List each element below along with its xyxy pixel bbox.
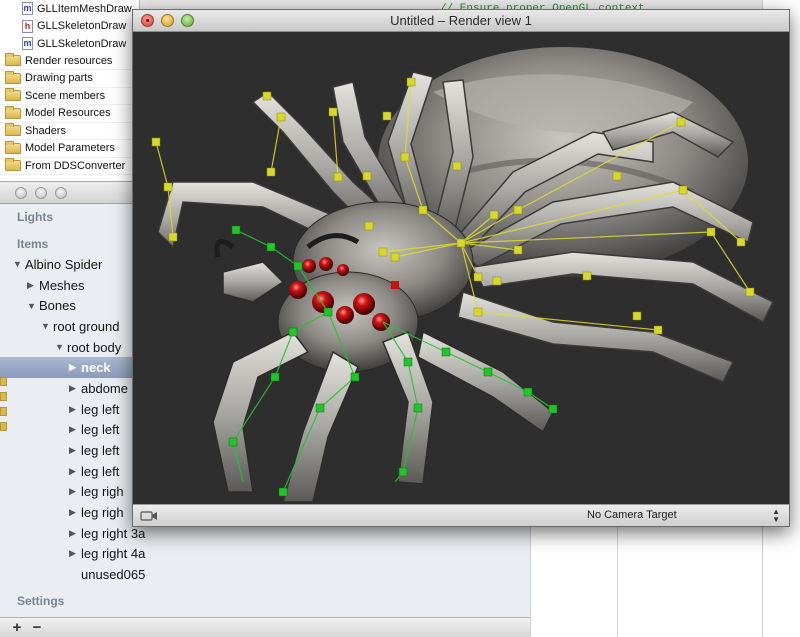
tree-item-label: unused065 (81, 567, 146, 583)
tree-item-label: leg left (81, 422, 120, 438)
folder-icon (5, 140, 21, 154)
navigator-group-item[interactable]: Drawing parts (0, 70, 139, 88)
tree-item-label: leg righ (81, 484, 124, 500)
navigator-file-item[interactable]: m GLLSkeletonDraw (0, 35, 139, 53)
project-navigator: m GLLItemMeshDraw h GLLSkeletonDraw m GLLSkel… (0, 0, 140, 185)
red-joint (391, 281, 399, 289)
tree-item-label: leg righ (81, 505, 124, 521)
tree-item-label: abdome (81, 380, 128, 396)
tree-item-label: leg left (81, 443, 120, 459)
tree-item-label: root body (67, 339, 122, 355)
folder-icon (5, 53, 21, 67)
group-name: Scene members (25, 89, 106, 102)
navigator-group-item[interactable]: Model Parameters (0, 140, 139, 158)
navigator-file-item[interactable]: m GLLItemMeshDraw (0, 0, 139, 18)
folder-icon (5, 88, 21, 102)
disclosure-collapsed-icon[interactable]: ▶ (69, 383, 81, 394)
group-name: Model Parameters (25, 142, 115, 155)
remove-button[interactable]: − (28, 619, 46, 637)
tree-item-label: root ground (53, 318, 120, 334)
disclosure-collapsed-icon[interactable]: ▶ (27, 280, 39, 291)
disclosure-expanded-icon[interactable]: ▼ (13, 259, 25, 269)
tree-item-label: leg left (81, 463, 120, 479)
camera-target-label: No Camera Target (587, 509, 677, 521)
disclosure-expanded-icon[interactable]: ▼ (55, 342, 67, 352)
tree-item[interactable]: unused065 (0, 564, 530, 585)
section-settings[interactable]: Settings (0, 591, 64, 611)
tree-item-label: Bones (39, 298, 76, 314)
disclosure-collapsed-icon[interactable]: ▶ (69, 404, 81, 415)
camera-target-select[interactable]: No Camera Target ▲ ▼ (528, 507, 786, 524)
disclosure-collapsed-icon[interactable]: ▶ (69, 445, 81, 456)
tree-item-label: leg right 3a (81, 525, 146, 541)
zoom-button[interactable] (55, 187, 67, 199)
background-folder-edges (0, 377, 7, 447)
tree-item-label: neck (81, 360, 111, 376)
disclosure-expanded-icon[interactable]: ▼ (41, 321, 53, 331)
disclosure-expanded-icon[interactable]: ▼ (27, 301, 39, 311)
render-titlebar: Untitled – Render view 1 (133, 10, 789, 32)
navigator-file-item[interactable]: h GLLSkeletonDraw (0, 18, 139, 36)
folder-icon (5, 70, 21, 84)
navigator-group-item[interactable]: From DDSConverter (0, 158, 139, 175)
tree-item[interactable]: ▶ leg right 4a (0, 544, 530, 565)
render-window: Untitled – Render view 1 No Camera Targe… (132, 9, 790, 527)
group-name: Shaders (25, 124, 66, 137)
navigator-group-item[interactable]: Shaders (0, 123, 139, 140)
code-editor-bottom (530, 527, 762, 637)
disclosure-collapsed-icon[interactable]: ▶ (69, 424, 81, 435)
file-name: GLLSkeletonDraw (37, 37, 127, 50)
group-name: From DDSConverter (25, 159, 126, 172)
render-statusbar: No Camera Target ▲ ▼ (133, 504, 789, 526)
group-name: Model Resources (25, 107, 111, 120)
disclosure-collapsed-icon[interactable]: ▶ (69, 548, 81, 559)
source-file-icon: m (22, 2, 33, 16)
header-file-icon: h (22, 19, 33, 33)
minimize-button[interactable] (35, 187, 47, 199)
add-button[interactable]: + (8, 619, 26, 637)
window-title: Untitled – Render view 1 (390, 13, 532, 28)
group-name: Drawing parts (25, 72, 93, 85)
chevron-updown-icon: ▲ ▼ (772, 507, 780, 524)
camera-icon (140, 511, 157, 521)
group-name: Render resources (25, 54, 113, 67)
disclosure-collapsed-icon[interactable]: ▶ (69, 528, 81, 539)
source-file-icon: m (22, 37, 33, 51)
inspector-bottom-bar: + − (0, 617, 530, 637)
tree-item-label: Meshes (39, 277, 85, 293)
navigator-group-item[interactable]: Render resources (0, 53, 139, 70)
folder-icon (5, 123, 21, 137)
spider-model-render (151, 47, 775, 503)
navigator-group-item[interactable]: Scene members (0, 88, 139, 105)
file-name: GLLItemMeshDraw (37, 2, 132, 15)
tree-item-label: leg right 4a (81, 546, 146, 562)
folder-icon (5, 158, 21, 172)
folder-icon (5, 105, 21, 119)
disclosure-collapsed-icon[interactable]: ▶ (69, 486, 81, 497)
render-viewport[interactable] (133, 32, 789, 504)
disclosure-collapsed-icon[interactable]: ▶ (69, 466, 81, 477)
tree-item-label: leg left (81, 401, 120, 417)
navigator-group-item[interactable]: Model Resources (0, 105, 139, 123)
file-name: GLLSkeletonDraw (37, 20, 127, 33)
disclosure-collapsed-icon[interactable]: ▶ (69, 507, 81, 518)
close-button[interactable] (15, 187, 27, 199)
disclosure-collapsed-icon[interactable]: ▶ (69, 362, 81, 373)
tree-item-label: Albino Spider (25, 256, 103, 272)
